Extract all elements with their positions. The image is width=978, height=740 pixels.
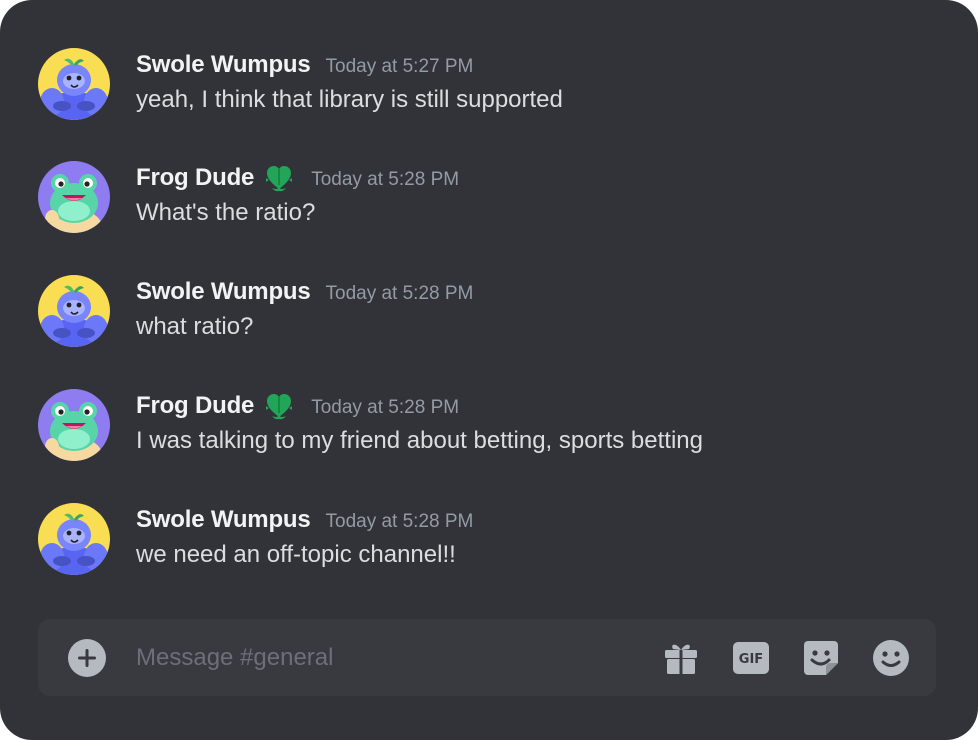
message-text: what ratio? — [136, 313, 254, 340]
message[interactable]: Frog Dude Today at 5:28 PM What's the ra… — [38, 161, 938, 233]
emoji-icon[interactable] — [872, 639, 910, 677]
message-header: Frog Dude Today at 5:28 PM — [136, 389, 916, 423]
message-text: we need an off-topic channel!! — [136, 541, 456, 568]
username[interactable]: Frog Dude — [136, 164, 254, 192]
message-text: What's the ratio? — [136, 199, 316, 226]
frog-avatar[interactable] — [38, 161, 110, 233]
message-header: Swole Wumpus Today at 5:27 PM — [136, 48, 916, 82]
message[interactable]: Swole Wumpus Today at 5:28 PM what ratio… — [38, 275, 938, 347]
plus-circle-icon[interactable] — [68, 639, 106, 677]
message[interactable]: Swole Wumpus Today at 5:28 PM we need an… — [38, 503, 938, 575]
chat-window: Swole Wumpus Today at 5:27 PM yeah, I th… — [0, 0, 978, 740]
timestamp: Today at 5:28 PM — [311, 397, 460, 418]
sticker-icon[interactable] — [802, 639, 840, 677]
timestamp: Today at 5:28 PM — [325, 511, 474, 532]
message-header: Frog Dude Today at 5:28 PM — [136, 161, 916, 195]
green-heart-leaf-icon[interactable] — [262, 389, 296, 423]
wumpus-avatar[interactable] — [38, 275, 110, 347]
message-composer: GIF — [38, 619, 936, 696]
timestamp: Today at 5:28 PM — [325, 283, 474, 304]
message[interactable]: Swole Wumpus Today at 5:27 PM yeah, I th… — [38, 48, 938, 120]
message-body: Swole Wumpus Today at 5:28 PM we need an… — [136, 503, 916, 569]
wumpus-avatar[interactable] — [38, 48, 110, 120]
gift-icon[interactable] — [662, 639, 700, 677]
message-text: I was talking to my friend about betting… — [136, 427, 703, 454]
message-text: yeah, I think that library is still supp… — [136, 86, 563, 113]
timestamp: Today at 5:28 PM — [311, 169, 460, 190]
message-body: Swole Wumpus Today at 5:28 PM what ratio… — [136, 275, 916, 341]
message-body: Swole Wumpus Today at 5:27 PM yeah, I th… — [136, 48, 916, 114]
message-input[interactable] — [136, 636, 636, 680]
frog-avatar[interactable] — [38, 389, 110, 461]
gif-label: GIF — [739, 652, 763, 667]
timestamp: Today at 5:27 PM — [325, 56, 474, 77]
message[interactable]: Frog Dude Today at 5:28 PM I was talking… — [38, 389, 938, 461]
message-body: Frog Dude Today at 5:28 PM I was talking… — [136, 389, 916, 455]
username[interactable]: Swole Wumpus — [136, 51, 311, 79]
message-header: Swole Wumpus Today at 5:28 PM — [136, 275, 916, 309]
green-heart-leaf-icon[interactable] — [262, 161, 296, 195]
wumpus-avatar[interactable] — [38, 503, 110, 575]
message-body: Frog Dude Today at 5:28 PM What's the ra… — [136, 161, 916, 227]
username[interactable]: Swole Wumpus — [136, 506, 311, 534]
gif-icon[interactable]: GIF — [732, 639, 770, 677]
username[interactable]: Frog Dude — [136, 392, 254, 420]
message-header: Swole Wumpus Today at 5:28 PM — [136, 503, 916, 537]
username[interactable]: Swole Wumpus — [136, 278, 311, 306]
